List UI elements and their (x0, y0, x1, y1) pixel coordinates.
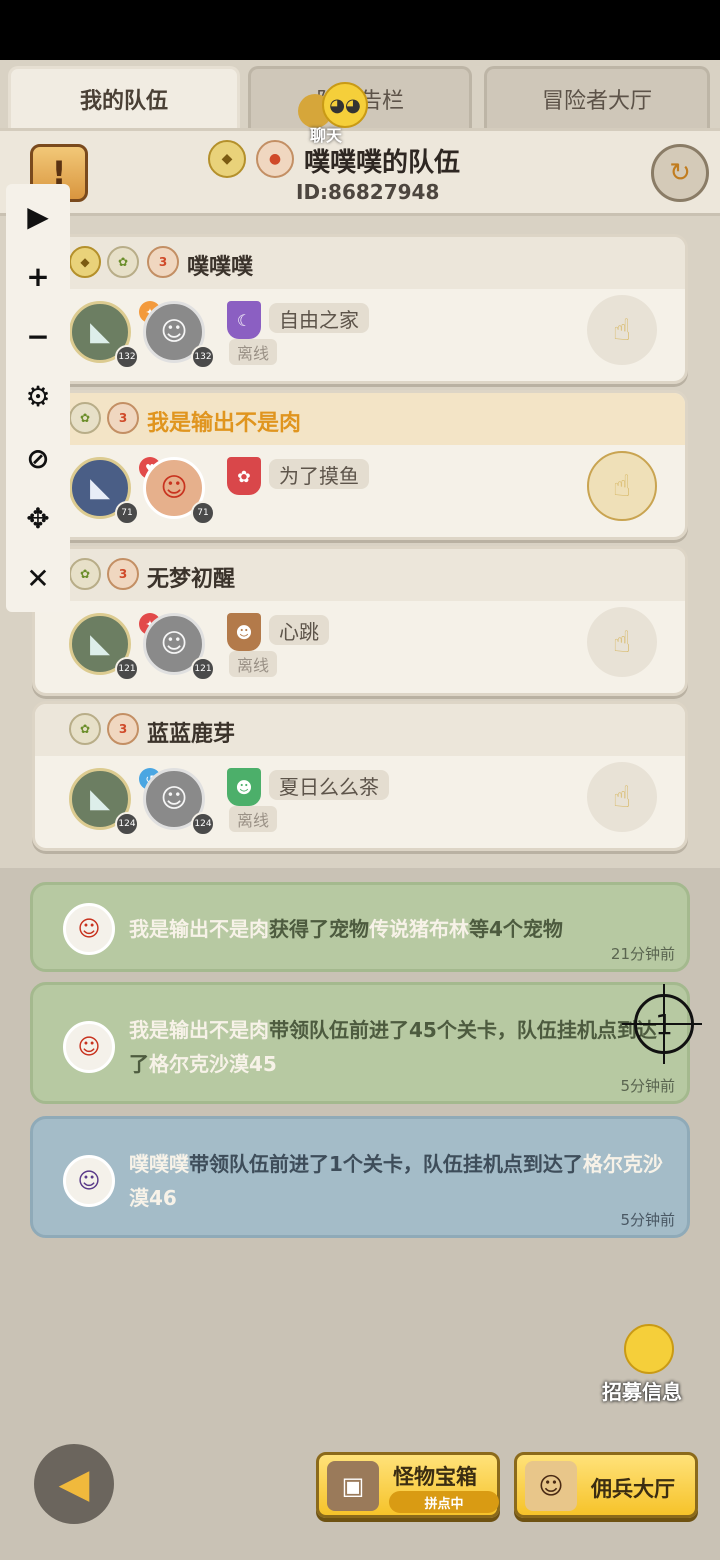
floating-toolbar: ▶ + − ⚙ ⊘ ✥ ✕ (6, 184, 70, 612)
sprout-badge-icon: ✿ (69, 713, 101, 745)
pet-level: 124 (115, 812, 139, 836)
guild-banner-icon: ☾ (227, 301, 261, 339)
arrow-left-icon: ◀ (58, 1461, 90, 1507)
flame-badge-icon: 3 (107, 558, 139, 590)
feed-text: 噗噗噗带领队伍前进了1个关卡，队伍挂机点到达了格尔克沙漠46 (129, 1147, 663, 1215)
member-card: ✿ 3 蓝蓝鹿芽 ◣ 124 ↺ ☺ 124 ☻ 夏日么么茶 离线 ☝ (32, 701, 688, 851)
guild-name: 心跳 (269, 615, 329, 645)
sprout-badge-icon: ✿ (107, 246, 139, 278)
feed-target: 传说猪布林 (369, 917, 469, 941)
monster-chest-button[interactable]: ▣ 怪物宝箱 拼点中 (316, 1452, 500, 1518)
flame-badge-icon: 3 (107, 713, 139, 745)
status-offline: 离线 (229, 339, 278, 365)
flame-badge-icon: 3 (147, 246, 179, 278)
feed-item: ☺ 噗噗噗带领队伍前进了1个关卡，队伍挂机点到达了格尔克沙漠46 5分钟前 (30, 1116, 690, 1238)
member-action-button[interactable]: ☝ (587, 607, 657, 677)
hero-avatar: ☺ (63, 903, 115, 955)
shield-badge-icon: ◆ (208, 140, 246, 178)
feed-text: 我是输出不是肉带领队伍前进了45个关卡，队伍挂机点到达了格尔克沙漠45 (129, 1013, 663, 1081)
feed-extra: 等4个宠物 (469, 917, 563, 941)
feed-target: 格尔克沙漠45 (149, 1052, 277, 1076)
member-card: ◆ ✿ 3 噗噗噗 ◣ 132 ✦ ☺ 132 ☾ 自由之家 离线 ☝ (32, 234, 688, 384)
hand-star-icon: ☝ (612, 468, 632, 504)
member-name: 蓝蓝鹿芽 (147, 722, 236, 747)
member-action-button[interactable]: ☝ (587, 762, 657, 832)
hero-level: 132 (191, 345, 215, 369)
member-action-button[interactable]: ☝ (587, 451, 657, 521)
chat-button[interactable]: ◕◕ 聊天 (296, 80, 374, 146)
feed-player: 我是输出不是肉 (129, 917, 269, 941)
guild-banner-icon: ☻ (227, 613, 261, 651)
zoom-out-icon[interactable]: − (6, 308, 70, 364)
leader-shield-icon: ◆ (69, 246, 101, 278)
feed-text: 我是输出不是肉获得了宠物传说猪布林等4个宠物 (129, 912, 663, 946)
feed-player: 噗噗噗 (129, 1152, 189, 1176)
chat-label: 聊天 (310, 126, 343, 145)
exit-icon: ↻ (669, 158, 691, 188)
feed-time: 21分钟前 (610, 945, 675, 963)
feed-item: ☺ 我是输出不是肉获得了宠物传说猪布林等4个宠物 21分钟前 (30, 882, 690, 972)
pet-level: 121 (115, 657, 139, 681)
hero-level: 121 (191, 657, 215, 681)
feed-time: 5分钟前 (620, 1211, 675, 1229)
hero-avatar: ☺ (63, 1155, 115, 1207)
chest-label: 怪物宝箱 (393, 1465, 477, 1489)
feed-time: 5分钟前 (620, 1077, 675, 1095)
member-card: ✿ 3 我是输出不是肉 ◣ 71 ♥ ☺ 71 ✿ 为了摸鱼 ☝ (32, 390, 688, 540)
hand-star-icon: ☝ (612, 312, 632, 348)
guild-name: 自由之家 (269, 303, 369, 333)
sprout-badge-icon: ✿ (69, 402, 101, 434)
recruit-face-icon (624, 1324, 674, 1374)
mercenary-hall-button[interactable]: ☺ 佣兵大厅 (514, 1452, 698, 1518)
gear-icon[interactable]: ⚙ (6, 368, 70, 424)
exit-team-button[interactable]: ↻ (651, 144, 709, 202)
move-icon[interactable]: ✥ (6, 490, 70, 546)
hero-level: 124 (191, 812, 215, 836)
crosshair-label: 1 (655, 1007, 673, 1041)
member-name: 无梦初醒 (147, 567, 236, 592)
feed-action: 带领队伍前进了1个关卡，队伍挂机点到达了 (189, 1152, 583, 1176)
feed-player: 我是输出不是肉 (129, 1018, 269, 1042)
member-card: ✿ 3 无梦初醒 ◣ 121 ✦ ☺ 121 ☻ 心跳 离线 ☝ (32, 546, 688, 696)
chest-status: 拼点中 (389, 1491, 499, 1513)
recruit-label: 招募信息 (602, 1380, 682, 1404)
tab-my-team[interactable]: 我的队伍 (8, 66, 240, 128)
guild-banner-icon: ☻ (227, 768, 261, 806)
treasure-chest-icon: ▣ (327, 1461, 379, 1511)
sprout-badge-icon: ✿ (69, 558, 101, 590)
hero-level: 71 (191, 501, 215, 525)
recruit-info-button[interactable]: 招募信息 (600, 1322, 696, 1406)
status-offline: 离线 (229, 806, 278, 832)
tab-label: 冒险者大厅 (541, 88, 652, 114)
hand-star-icon: ☝ (612, 624, 632, 660)
tab-adventurer-hall[interactable]: 冒险者大厅 (484, 66, 710, 128)
hand-star-icon: ☝ (612, 779, 632, 815)
eye-off-icon[interactable]: ⊘ (6, 430, 70, 486)
tab-label: 我的队伍 (79, 88, 168, 114)
crosshair-marker[interactable]: 1 (634, 994, 694, 1054)
feed-action: 获得了宠物 (269, 917, 369, 941)
zoom-in-icon[interactable]: + (6, 248, 70, 304)
member-action-button[interactable]: ☝ (587, 295, 657, 365)
flame-badge-icon: ● (256, 140, 294, 178)
close-icon[interactable]: ✕ (6, 550, 70, 606)
play-icon[interactable]: ▶ (6, 188, 70, 244)
status-offline: 离线 (229, 651, 278, 677)
back-button[interactable]: ◀ (34, 1444, 114, 1524)
guild-name: 为了摸鱼 (269, 459, 369, 489)
flame-badge-icon: 3 (107, 402, 139, 434)
mercenary-icon: ☺ (525, 1461, 577, 1511)
hero-avatar: ☺ (63, 1021, 115, 1073)
team-id: ID:86827948 (296, 180, 440, 204)
team-name: 噗噗噗的队伍 (304, 148, 461, 178)
status-bar (0, 0, 720, 60)
guild-name: 夏日么么茶 (269, 770, 389, 800)
hall-label: 佣兵大厅 (591, 1477, 675, 1501)
feed-item: ☺ 我是输出不是肉带领队伍前进了45个关卡，队伍挂机点到达了格尔克沙漠45 5分… (30, 982, 690, 1104)
member-name: 噗噗噗 (187, 255, 254, 280)
guild-banner-icon: ✿ (227, 457, 261, 495)
pet-level: 132 (115, 345, 139, 369)
member-name: 我是输出不是肉 (147, 411, 302, 436)
pet-level: 71 (115, 501, 139, 525)
